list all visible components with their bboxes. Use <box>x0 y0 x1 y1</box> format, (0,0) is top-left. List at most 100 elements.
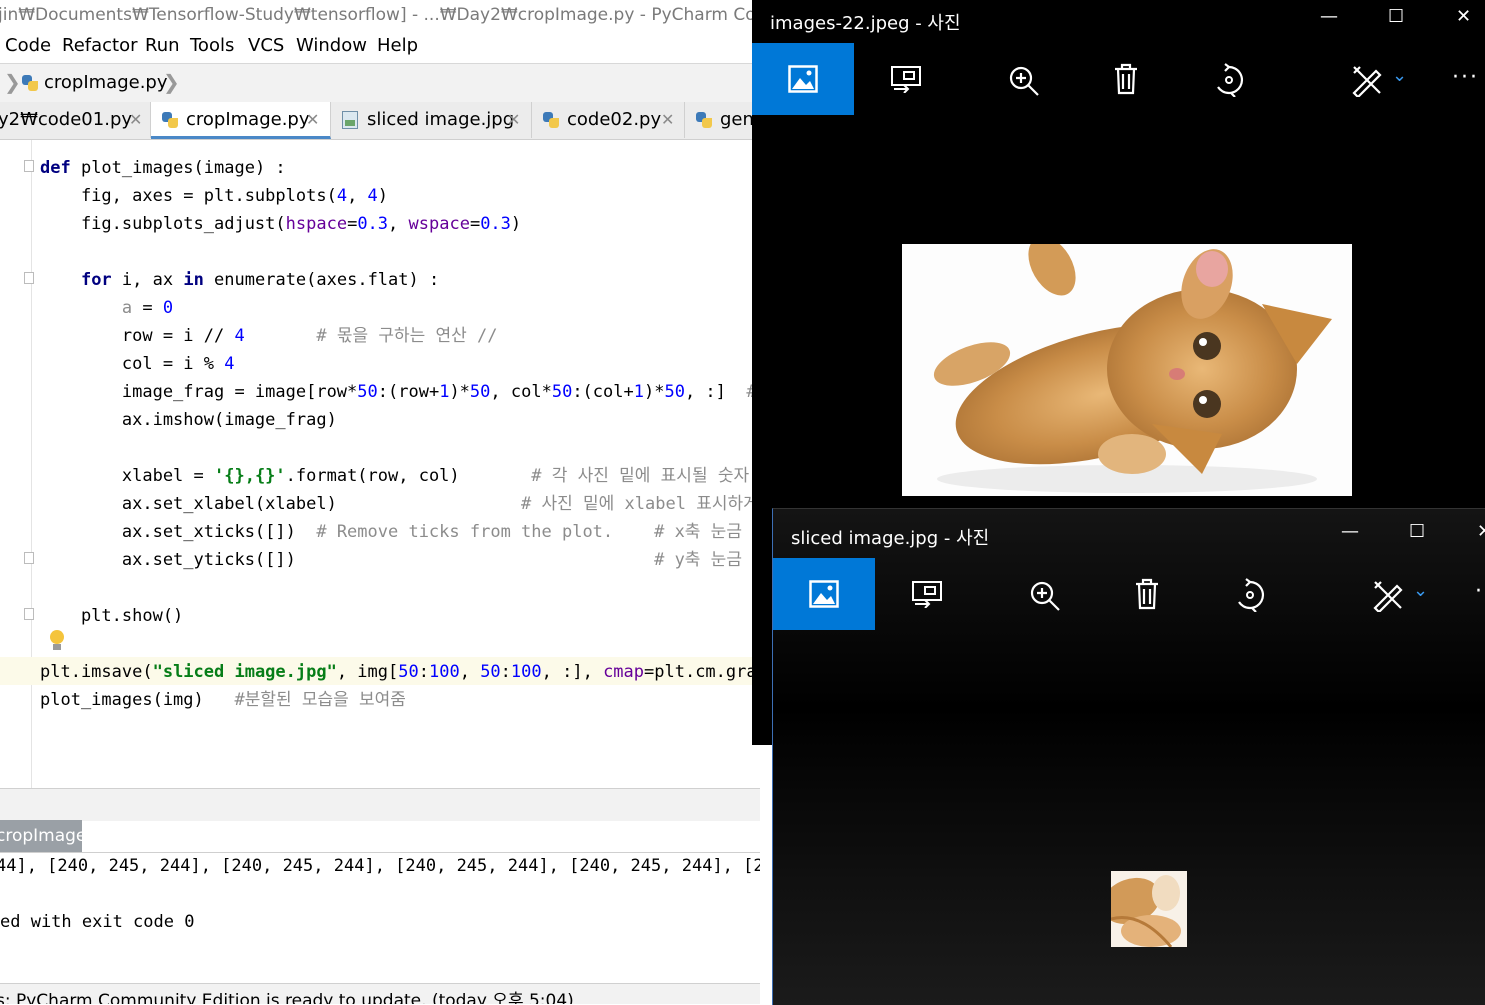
editor-gutter <box>0 140 34 788</box>
close-button[interactable]: ✕ <box>1477 521 1485 542</box>
tab-code02[interactable]: code02.py ✕ <box>532 102 685 138</box>
maximize-button[interactable]: ☐ <box>1409 521 1425 542</box>
slideshow-icon <box>891 66 921 93</box>
menu-vcs[interactable]: VCS <box>248 35 284 56</box>
picture-button[interactable] <box>773 558 875 630</box>
code-line: row = i // 4 # 몫을 구하는 연산 // <box>40 326 498 346</box>
window-title: images-22.jpeg - 사진 <box>770 13 961 34</box>
slideshow-button[interactable] <box>854 43 956 115</box>
fold-marker[interactable] <box>24 552 34 564</box>
code-line: xlabel = '{},{}'.format(row, col) # 각 사진… <box>40 466 760 486</box>
kitten-image <box>902 244 1352 496</box>
tab-label: code02.py <box>567 109 662 130</box>
breadcrumb-separator: ❯ <box>163 70 180 94</box>
close-icon[interactable]: ✕ <box>661 102 674 138</box>
code-editor[interactable]: def plot_images(image) : fig, axes = plt… <box>0 140 760 788</box>
breadcrumb-file[interactable]: cropImage.py <box>44 72 168 93</box>
run-panel-header <box>0 788 760 821</box>
rotate-icon <box>1217 63 1244 97</box>
zoom-icon <box>1030 581 1060 611</box>
minimize-button[interactable]: — <box>1341 521 1359 542</box>
editor-tab-bar: y2₩code01.py ✕ cropImage.py ✕ sliced ima… <box>0 102 760 140</box>
status-bar: s: PyCharm Community Edition is ready to… <box>0 983 760 1004</box>
tab-label: sliced image.jpg <box>367 109 515 130</box>
photo-kitten <box>902 244 1352 496</box>
code-line: ax.imshow(image_frag) <box>40 410 337 430</box>
tab-label: y2₩code01.py <box>0 109 133 130</box>
fold-marker[interactable] <box>24 272 34 284</box>
tab-sliced-image[interactable]: sliced image.jpg ✕ <box>331 102 532 138</box>
pycharm-window: jin₩Documents₩Tensorflow-Study₩tensorflo… <box>0 0 760 1004</box>
menu-window[interactable]: Window <box>296 35 367 56</box>
python-file-icon <box>161 111 179 129</box>
window-title-bar: jin₩Documents₩Tensorflow-Study₩tensorflo… <box>0 0 760 30</box>
picture-icon <box>809 580 839 608</box>
photos-window-sliced: sliced image.jpg - 사진 — ☐ ✕ <box>772 508 1485 1005</box>
slideshow-button[interactable] <box>875 558 977 630</box>
python-file-icon <box>542 111 560 129</box>
sliced-image <box>1111 871 1187 947</box>
close-button[interactable]: ✕ <box>1456 6 1471 27</box>
navigation-bar: ❯ cropImage.py ❯ <box>0 63 760 103</box>
run-console[interactable]: 44], [240, 245, 244], [240, 245, 244], [… <box>0 853 760 981</box>
picture-button[interactable] <box>752 43 854 115</box>
console-line: 44], [240, 245, 244], [240, 245, 244], [… <box>0 856 760 876</box>
picture-icon <box>788 65 818 93</box>
maximize-button[interactable]: ☐ <box>1388 6 1404 27</box>
code-line: plt.show() <box>40 606 184 626</box>
zoom-icon <box>1009 66 1039 96</box>
minimize-button[interactable]: — <box>1320 6 1338 27</box>
image-file-icon <box>342 111 358 129</box>
menu-refactor[interactable]: Refactor <box>62 35 138 56</box>
zoom-button[interactable] <box>974 43 1076 115</box>
menu-bar: Code Refactor Run Tools VCS Window Help <box>0 30 760 61</box>
delete-icon <box>1115 63 1137 95</box>
chevron-down-icon: ⌄ <box>1392 65 1408 86</box>
slideshow-icon <box>912 581 942 608</box>
close-icon[interactable]: ✕ <box>507 102 520 138</box>
code-line: image_frag = image[row*50:(row+1)*50, co… <box>40 382 757 402</box>
console-line: ed with exit code 0 <box>0 912 195 932</box>
delete-button[interactable] <box>1075 43 1177 115</box>
tab-code01[interactable]: y2₩code01.py ✕ <box>0 102 151 138</box>
rotate-button[interactable] <box>1177 43 1279 115</box>
photo-sliced-crop <box>1111 871 1187 947</box>
edit-button[interactable]: ⌄ <box>1332 43 1434 115</box>
code-line: ax.set_xlabel(xlabel) # 사진 밑에 xlabel 표시하… <box>40 494 760 514</box>
fold-marker[interactable] <box>24 160 34 172</box>
edit-icon <box>1373 581 1403 612</box>
tab-label: gen <box>720 109 754 130</box>
code-line: fig, axes = plt.subplots(4, 4) <box>40 186 389 206</box>
status-text: s: PyCharm Community Edition is ready to… <box>0 991 574 1004</box>
menu-tools[interactable]: Tools <box>190 35 234 56</box>
menu-help[interactable]: Help <box>377 35 418 56</box>
menu-run[interactable]: Run <box>145 35 180 56</box>
fold-marker[interactable] <box>24 608 34 620</box>
edit-button[interactable]: ⌄ <box>1353 558 1455 630</box>
delete-button[interactable] <box>1096 558 1198 630</box>
window-title: jin₩Documents₩Tensorflow-Study₩tensorflo… <box>0 5 760 25</box>
lightbulb-icon[interactable] <box>49 630 65 652</box>
python-file-icon <box>21 74 39 92</box>
code-line: def plot_images(image) : <box>40 158 286 178</box>
chevron-down-icon: ⌄ <box>1413 580 1429 601</box>
rotate-icon <box>1238 578 1265 612</box>
edit-icon <box>1352 66 1382 97</box>
run-tab-label: cropImage <box>0 826 87 846</box>
more-icon[interactable]: · <box>1475 579 1482 604</box>
breadcrumb-separator: ❯ <box>4 70 21 94</box>
zoom-button[interactable] <box>995 558 1097 630</box>
tab-cropimage[interactable]: cropImage.py ✕ <box>151 102 331 139</box>
run-tab[interactable]: cropImage <box>0 820 86 852</box>
rotate-button[interactable] <box>1198 558 1300 630</box>
code-line: plt.imsave("sliced image.jpg", img[50:10… <box>40 662 760 682</box>
tab-gen[interactable]: gen <box>685 102 760 138</box>
code-line: fig.subplots_adjust(hspace=0.3, wspace=0… <box>40 214 522 234</box>
close-icon[interactable]: ✕ <box>306 102 319 138</box>
close-icon[interactable]: ✕ <box>129 102 142 138</box>
python-file-icon <box>695 111 713 129</box>
menu-code[interactable]: Code <box>5 35 51 56</box>
code-line: a = 0 <box>121 298 174 318</box>
more-icon[interactable]: ··· <box>1452 65 1479 90</box>
delete-icon <box>1136 578 1158 610</box>
